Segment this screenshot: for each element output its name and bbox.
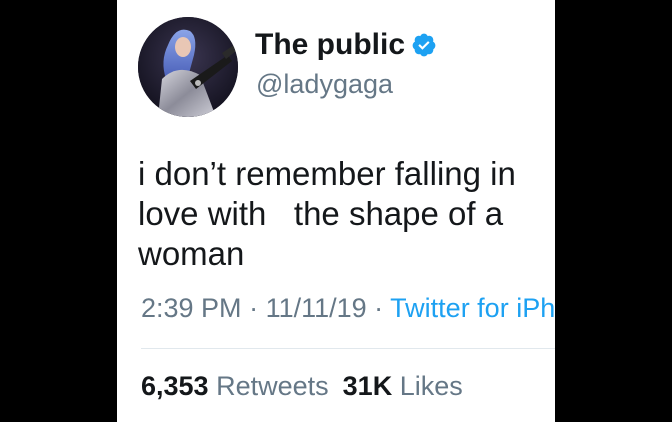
- avatar-image: [138, 17, 238, 117]
- tweet-date[interactable]: 11/11/19: [266, 293, 367, 323]
- likes-count: 31K: [342, 371, 393, 401]
- tweet-metadata: 2:39 PM · 11/11/19 · Twitter for iPh: [141, 288, 555, 328]
- tweet-time[interactable]: 2:39 PM: [141, 293, 242, 323]
- tweet-text-line-2: love with the shape of a: [138, 195, 504, 232]
- verified-badge-icon: [411, 32, 437, 58]
- engagement-stats: 6,353 Retweets 31K Likes: [141, 366, 463, 406]
- display-name-row[interactable]: The public: [255, 27, 437, 63]
- meta-separator: ·: [366, 293, 391, 323]
- likes-stat[interactable]: 31K Likes: [343, 371, 463, 401]
- tweet-text-line-1: i don’t remember falling in: [138, 155, 516, 192]
- likes-label: Likes: [399, 371, 463, 401]
- tweet-text-line-3: woman: [138, 235, 245, 272]
- divider: [141, 348, 555, 349]
- display-name[interactable]: The public: [255, 27, 405, 63]
- retweets-label: Retweets: [216, 371, 329, 401]
- tweet-card[interactable]: The public @ladygaga i don’t remember fa…: [117, 0, 555, 422]
- screenshot-frame: The public @ladygaga i don’t remember fa…: [0, 0, 672, 422]
- tweet-source-link[interactable]: Twitter for iPh: [390, 293, 555, 323]
- retweets-stat[interactable]: 6,353 Retweets: [141, 371, 329, 401]
- avatar[interactable]: [138, 17, 238, 117]
- meta-separator: ·: [241, 293, 266, 323]
- user-handle[interactable]: @ladygaga: [256, 67, 393, 101]
- tweet-text: i don’t remember falling in love with th…: [138, 154, 548, 274]
- retweets-count: 6,353: [141, 371, 209, 401]
